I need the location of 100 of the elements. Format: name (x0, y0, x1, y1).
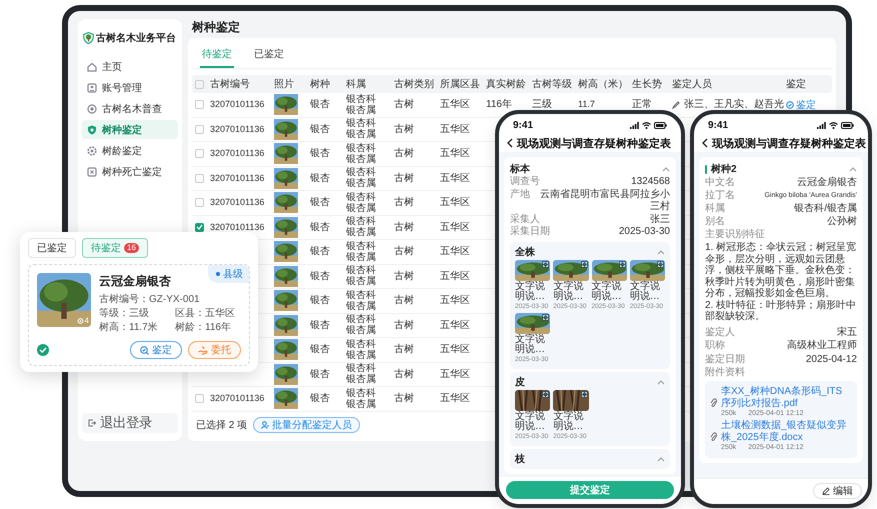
signal-icon (630, 122, 639, 128)
back-button[interactable] (702, 138, 708, 148)
tab[interactable]: 已鉴定 (252, 44, 286, 68)
back-button[interactable] (507, 138, 513, 148)
table-cell-text: 银杏 (309, 246, 330, 258)
table-cell-text: 古树 (393, 99, 414, 110)
column-header: 所属区县 (439, 78, 480, 91)
tree-photo (274, 266, 298, 287)
chevron-icon[interactable] (662, 166, 670, 172)
screen-title: 现场观测与调查存疑树种鉴定表 (712, 136, 866, 150)
sidebar-item-label: 账号管理 (102, 82, 142, 94)
checkbox[interactable] (195, 124, 204, 134)
delegate-button[interactable]: 委托 (188, 341, 241, 359)
appraise-link[interactable]: 鉴定 (784, 98, 824, 112)
bark-photo (553, 390, 588, 410)
sidebar-item[interactable]: 树种死亡鉴定 (82, 162, 178, 181)
section-title: 树种2 (711, 162, 737, 176)
column-header: 科属 (345, 78, 366, 91)
bark-photo (515, 390, 550, 410)
table-cell-text: 五华区 (439, 344, 470, 356)
sidebar-item[interactable]: 树种鉴定 (82, 120, 178, 139)
field-label: 调查号 (510, 176, 540, 188)
field-value: 2025-03-30 (618, 226, 670, 238)
tab[interactable]: 待鉴定 (200, 44, 234, 68)
chevron-icon[interactable] (849, 166, 857, 172)
tree-photo (274, 94, 298, 116)
checkbox[interactable] (195, 394, 204, 404)
table-cell-text: 五华区 (439, 222, 470, 233)
tree-photo (592, 260, 627, 280)
page-title: 树种鉴定 (192, 19, 241, 35)
checkbox[interactable] (195, 222, 204, 232)
feature-text: 1. 树冠形态：伞状云冠；树冠呈宽伞形，层次分明，远观如云团悬浮，侧枝平展略下垂。金秋色变：秋季叶片转为明黄色，扇形叶密集分布，冠幅投影如金色巨扇。 (705, 242, 857, 300)
table-cell-text: 银杏 (309, 320, 330, 331)
checkbox[interactable] (195, 198, 204, 208)
table-cell-text: 银杏科银杏属 (345, 290, 377, 312)
tree-photo (274, 241, 298, 262)
field-value: 1324568 (631, 176, 670, 188)
home-icon (87, 62, 97, 72)
sidebar-item[interactable]: 主页 (82, 57, 178, 76)
column-header: 古树等级 (531, 78, 572, 91)
table-cell-text: 11.7 (577, 99, 595, 110)
field-label: 采集人 (510, 214, 540, 226)
count-badge: 16 (124, 243, 139, 253)
filter-tab[interactable]: 待鉴定 16 (82, 238, 148, 258)
field-value: 高级林业工程师 (787, 339, 857, 352)
appraise-button[interactable]: 鉴定 (130, 341, 182, 359)
sidebar-item-label: 古树名木普查 (102, 102, 162, 116)
table-cell-text: 五华区 (439, 124, 470, 135)
table-cell-text: 五华区 (439, 270, 470, 282)
table-cell-text: 五华区 (439, 148, 470, 160)
field-label: 职称 (705, 339, 725, 352)
pencil-icon (822, 487, 830, 495)
table-cell-text: 32070101136 (209, 148, 264, 160)
tree-attribute: 树龄：116年 (175, 321, 232, 335)
sidebar-item[interactable]: 树龄鉴定 (82, 141, 178, 160)
edit-button[interactable]: 编辑 (813, 483, 862, 499)
filter-tab[interactable]: 已鉴定 (28, 238, 76, 258)
attachment-link[interactable]: 李XX_树种DNA条形码_ITS序列比对报告.pdf (721, 386, 852, 409)
table-cell-text: 银杏科银杏属 (345, 167, 377, 190)
field-label: 产地 (510, 188, 530, 202)
checkbox[interactable] (195, 149, 204, 158)
tree-photo (515, 260, 550, 280)
column-header: 真实树龄 (485, 78, 526, 91)
column-header: 鉴定人员 (671, 78, 712, 91)
checkbox[interactable] (195, 100, 204, 110)
table-cell-text: 银杏 (309, 124, 330, 135)
batch-assign-button[interactable]: 批量分配鉴定人员 (253, 416, 360, 432)
sidebar-item[interactable]: 古树名木普查 (82, 99, 178, 118)
sidebar-item-label: 树种鉴定 (102, 123, 142, 136)
checkbox[interactable] (195, 174, 204, 183)
sidebar-item-label: 树龄鉴定 (102, 144, 142, 158)
table-cell-text: 三级 (531, 99, 552, 110)
photo-caption: 文字说明说… (515, 334, 546, 356)
logout-button[interactable]: 退出登录 (82, 413, 178, 433)
table-cell-text: 银杏 (309, 368, 330, 380)
photo-caption: 文字说明说… (515, 412, 546, 432)
section-title: 标本 (510, 162, 530, 176)
tree-photo (630, 260, 665, 280)
submit-button[interactable]: 提交鉴定 (506, 481, 674, 499)
table-cell-text: 银杏 (309, 99, 330, 110)
tree-attribute: 等级：三级 (99, 307, 150, 321)
table-cell-text: 五华区 (439, 197, 470, 208)
chevron-icon[interactable] (657, 456, 665, 462)
wifi-icon (829, 122, 838, 128)
attachment-link[interactable]: 土壤检测数据_银杏疑似变异株_2025年度.docx (721, 420, 852, 443)
chevron-icon[interactable] (657, 248, 665, 254)
table-cell-text: 银杏 (309, 270, 330, 282)
table-cell-text: 古树 (393, 246, 414, 258)
table-cell-text: 银杏 (309, 393, 330, 404)
table-cell-text: 古树 (393, 295, 414, 306)
chevron-icon[interactable] (657, 378, 665, 384)
table-cell-text: 古树 (393, 320, 414, 331)
status-time: 9:41 (708, 120, 728, 130)
sidebar-item[interactable]: 账号管理 (82, 78, 178, 97)
table-cell-text: 五华区 (439, 393, 470, 404)
checkbox[interactable] (195, 80, 204, 88)
battery-icon (841, 122, 854, 128)
table-cell-text: 古树 (393, 368, 414, 380)
column-header: 生长势 (631, 78, 662, 91)
paperclip-icon (710, 432, 717, 440)
